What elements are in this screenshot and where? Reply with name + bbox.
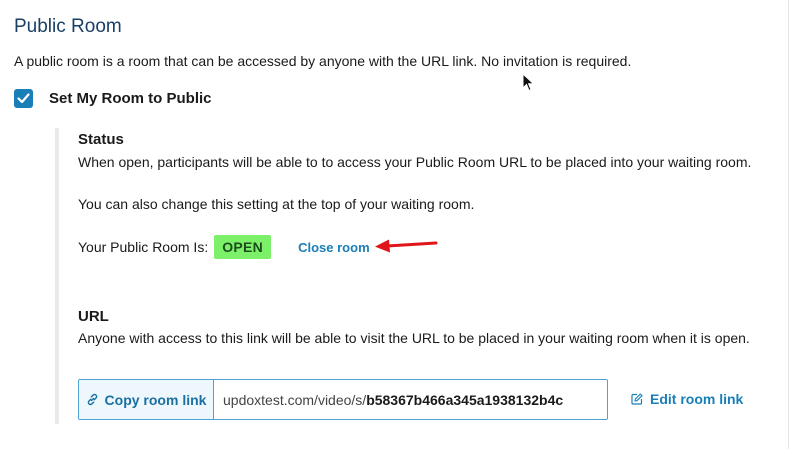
room-url-text[interactable]: updoxtest.com/video/s/b58367b466a345a193… [214, 380, 607, 419]
edit-room-link-label: Edit room link [650, 391, 744, 407]
status-description: When open, participants will be able to … [78, 154, 752, 170]
copy-room-link-label: Copy room link [104, 391, 207, 408]
arrow-annotation-icon [375, 239, 438, 253]
section-title: Public Room [14, 16, 122, 37]
checkmark-icon [17, 92, 30, 103]
settings-indent-bar [55, 128, 59, 424]
status-badge: OPEN [214, 235, 272, 259]
edit-icon [631, 393, 643, 405]
panel-divider [788, 0, 789, 449]
edit-room-link-button[interactable]: Edit room link [631, 391, 743, 407]
url-heading: URL [78, 308, 109, 325]
room-url-prefix: updoxtest.com/video/s/ [223, 391, 367, 408]
close-room-link[interactable]: Close room [298, 240, 370, 255]
public-toggle-row[interactable]: Set My Room to Public [14, 87, 212, 109]
mouse-pointer-icon [522, 73, 535, 92]
section-intro: A public room is a room that can be acce… [14, 53, 632, 69]
room-url-code: b58367b466a345a1938132b4c [366, 391, 564, 408]
link-icon [87, 393, 97, 406]
status-heading: Status [78, 131, 124, 148]
status-label: Your Public Room Is: [78, 239, 209, 255]
public-room-settings: Public Room A public room is a room that… [0, 0, 791, 449]
status-row: Your Public Room Is: OPEN Close room [78, 235, 370, 259]
public-room-checkbox[interactable] [14, 88, 33, 108]
copy-room-link-button[interactable]: Copy room link [79, 380, 214, 419]
url-description: Anyone with access to this link will be … [78, 330, 750, 346]
public-room-label[interactable]: Set My Room to Public [49, 90, 212, 107]
status-note: You can also change this setting at the … [78, 196, 475, 212]
room-url-field: Copy room link updoxtest.com/video/s/b58… [78, 379, 608, 420]
